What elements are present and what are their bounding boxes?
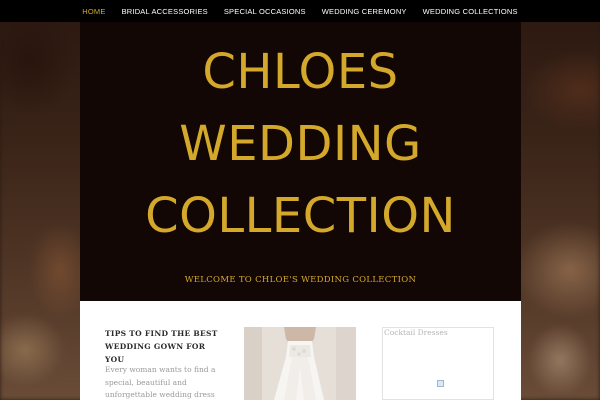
- broken-image-icon: [437, 380, 444, 387]
- post-title-line-1: TIPS TO FIND THE BEST: [105, 329, 218, 338]
- widget-title: Cocktail Dresses: [384, 328, 448, 337]
- main-navigation: HOME BRIDAL ACCESSORIES SPECIAL OCCASION…: [0, 0, 600, 22]
- content-area: TIPS TO FIND THE BEST WEDDING GOWN FOR Y…: [80, 301, 521, 400]
- nav-item-special-occasions[interactable]: SPECIAL OCCASIONS: [224, 7, 306, 16]
- site-title[interactable]: CHLOES WEDDING COLLECTION: [80, 36, 521, 252]
- wedding-dress-photo: [244, 327, 356, 400]
- nav-item-home[interactable]: HOME: [82, 7, 105, 16]
- post-excerpt: Every woman wants to find a special, bea…: [105, 364, 220, 400]
- post-featured-image[interactable]: [244, 327, 356, 400]
- site-title-line-2: WEDDING: [179, 116, 422, 172]
- post-excerpt-line-1: Every woman wants to find a: [105, 365, 216, 374]
- post-title[interactable]: TIPS TO FIND THE BEST WEDDING GOWN FOR Y…: [105, 327, 225, 366]
- site-header: CHLOES WEDDING COLLECTION WELCOME TO CHL…: [80, 22, 521, 301]
- post-excerpt-line-3: unforgettable wedding dress at: [105, 390, 215, 399]
- nav-item-wedding-collections[interactable]: WEDDING COLLECTIONS: [423, 7, 518, 16]
- site-title-line-3: COLLECTION: [145, 188, 456, 244]
- nav-item-wedding-ceremony[interactable]: WEDDING CEREMONY: [322, 7, 407, 16]
- nav-item-bridal-accessories[interactable]: BRIDAL ACCESSORIES: [122, 7, 208, 16]
- site-title-line-1: CHLOES: [202, 44, 399, 100]
- cocktail-dresses-widget[interactable]: Cocktail Dresses: [382, 327, 494, 400]
- post-excerpt-line-2: special, beautiful and: [105, 377, 187, 387]
- site-tagline: WELCOME TO CHLOE'S WEDDING COLLECTION: [184, 275, 417, 285]
- post-title-line-2: WEDDING GOWN FOR YOU: [105, 342, 206, 364]
